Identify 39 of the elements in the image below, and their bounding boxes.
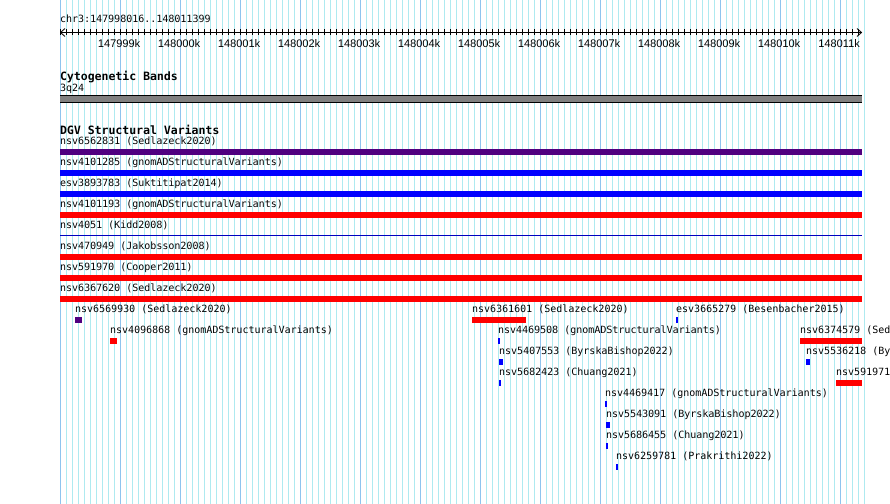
tick-label: 148008k	[638, 38, 680, 50]
feature-label: nsv4051 (Kidd2008)	[60, 220, 168, 232]
tick-label: 148010k	[758, 38, 800, 50]
tick-label: 148002k	[278, 38, 320, 50]
tick-label: 148007k	[578, 38, 620, 50]
feature-label: nsv470949 (Jakobsson2008)	[60, 241, 211, 253]
feature-label: nsv4101193 (gnomADStructuralVariants)	[60, 199, 283, 211]
track-title: Cytogenetic Bands	[60, 70, 178, 82]
band-label: 3q24	[60, 83, 84, 95]
feature-label: nsv5543091 (ByrskaBishop2022)	[606, 409, 781, 421]
tick-label: 148003k	[338, 38, 380, 50]
feature-label: nsv6361601 (Sedlazeck2020)	[472, 304, 629, 316]
feature-label: nsv6569930 (Sedlazeck2020)	[75, 304, 232, 316]
feature-label: nsv4469508 (gnomADStructuralVariants)	[498, 325, 721, 337]
feature-label: nsv6374579 (Sed	[800, 325, 890, 337]
tick-label: 147999k	[98, 38, 140, 50]
tick-label: 148011k	[818, 38, 860, 50]
feature-label: nsv6259781 (Prakrithi2022)	[616, 451, 773, 463]
feature-label: nsv6562831 (Sedlazeck2020)	[60, 136, 217, 148]
tick-label: 148001k	[218, 38, 260, 50]
feature-label: nsv591970 (Cooper2011)	[60, 262, 192, 274]
feature-label: nsv6367620 (Sedlazeck2020)	[60, 283, 217, 295]
feature-label: esv3665279 (Besenbacher2015)	[676, 304, 845, 316]
feature-label: esv3893783 (Suktitipat2014)	[60, 178, 223, 190]
tick-label: 148005k	[458, 38, 500, 50]
feature-label: nsv5407553 (ByrskaBishop2022)	[499, 346, 674, 358]
feature-label: nsv4101285 (gnomADStructuralVariants)	[60, 157, 283, 169]
feature-label: nsv5682423 (Chuang2021)	[499, 367, 638, 379]
tick-label: 148009k	[698, 38, 740, 50]
feature-label: nsv4469417 (gnomADStructuralVariants)	[605, 388, 828, 400]
track-title: DGV Structural Variants	[60, 124, 220, 136]
tick-label: 148006k	[518, 38, 560, 50]
location-label: chr3:147998016..148011399	[60, 14, 211, 26]
tick-label: 148004k	[398, 38, 440, 50]
feature-label: nsv4096868 (gnomADStructuralVariants)	[110, 325, 333, 337]
feature-label: nsv5686455 (Chuang2021)	[606, 430, 744, 442]
tick-label: 148000k	[158, 38, 200, 50]
feature-label: nsv591971	[836, 367, 890, 379]
feature-label: nsv5536218 (By	[806, 346, 890, 358]
